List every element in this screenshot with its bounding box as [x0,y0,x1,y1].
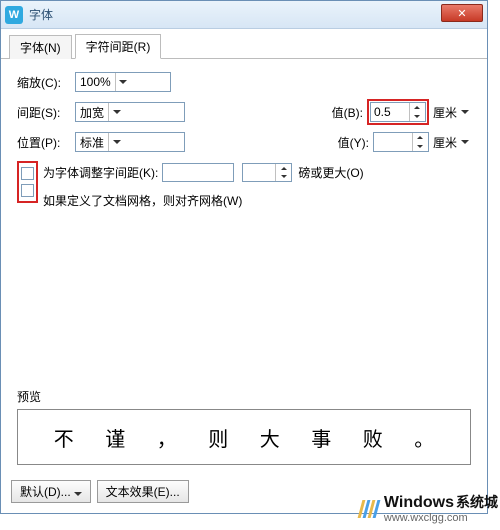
watermark-bars-icon [360,500,380,518]
scale-label: 缩放(C): [17,74,75,91]
value-y-unit[interactable]: 厘米 [433,134,471,151]
watermark: Windows系统城 www.wxclgg.com [360,492,500,526]
preview-char: 谨 [105,423,125,452]
kerning-label: 为字体调整字间距(K): [43,164,158,181]
position-label: 位置(P): [17,134,75,151]
kerning-row: 为字体调整字间距(K): 磅或更大(O) [43,163,364,182]
scale-row: 缩放(C): 100% [17,71,471,93]
chevron-down-icon [74,485,82,499]
preview-char: 事 [311,423,331,452]
window-title: 字体 [29,6,53,23]
value-b-input[interactable] [370,102,426,122]
value-y-field[interactable] [374,133,412,151]
tab-font[interactable]: 字体(N) [9,35,72,59]
font-dialog: W 字体 ✕ 字体(N) 字符间距(R) 缩放(C): 100% 间距(S): … [0,0,488,514]
kerning-suffix: 磅或更大(O) [298,164,363,181]
grid-checkbox[interactable] [21,184,34,197]
tab-spacing[interactable]: 字符间距(R) [75,34,162,59]
titlebar: W 字体 ✕ [1,1,487,29]
scale-select[interactable]: 100% [75,72,171,92]
chevron-down-icon [115,73,131,91]
footer: 默认(D)... 文本效果(E)... [11,480,189,503]
default-button[interactable]: 默认(D)... [11,480,91,503]
preview-char: ， [157,423,177,452]
spacing-select[interactable]: 加宽 [75,102,185,122]
content-area: 缩放(C): 100% 间距(S): 加宽 值(B): [1,59,487,227]
position-select[interactable]: 标准 [75,132,185,152]
highlight-value-b [367,99,429,125]
scale-value: 100% [80,75,111,89]
preview-section: 预览 不 谨 ， 则 大 事 败 。 [17,388,471,465]
value-y-spinner[interactable] [412,133,428,151]
kerning-input[interactable] [162,163,234,182]
text-effect-button[interactable]: 文本效果(E)... [97,480,189,503]
close-button[interactable]: ✕ [441,4,483,22]
spacing-row: 间距(S): 加宽 值(B): 厘米 [17,101,471,123]
value-y-label: 值(Y): [338,134,369,151]
preview-char: 大 [260,423,280,452]
position-row: 位置(P): 标准 值(Y): 厘米 [17,131,471,153]
value-b-label: 值(B): [332,104,363,121]
kerning-spinner-box[interactable] [242,163,292,182]
kerning-checkbox[interactable] [21,167,34,180]
chevron-down-icon [108,103,124,121]
watermark-url: www.wxclgg.com [384,512,500,524]
chevron-down-icon [459,140,471,144]
value-b-field[interactable] [371,103,409,121]
preview-char: 。 [414,423,434,452]
grid-label: 如果定义了文档网格，则对齐网格(W) [43,192,242,209]
watermark-sub: 系统城 [456,494,498,510]
preview-box: 不 谨 ， 则 大 事 败 。 [17,409,471,465]
spacing-value: 加宽 [80,104,104,121]
kerning-spinner[interactable] [275,164,291,181]
chevron-down-icon [108,133,124,151]
preview-char: 不 [54,423,74,452]
tab-row: 字体(N) 字符间距(R) [1,29,487,59]
grid-row: 如果定义了文档网格，则对齐网格(W) [43,192,364,209]
spacing-label: 间距(S): [17,104,75,121]
watermark-brand: Windows [384,494,454,511]
position-value: 标准 [80,134,104,151]
close-icon: ✕ [457,7,466,20]
value-b-unit[interactable]: 厘米 [433,104,471,121]
value-b-spinner[interactable] [409,103,425,121]
highlight-checkboxes [17,161,38,203]
preview-char: 则 [208,423,228,452]
chevron-down-icon [459,110,471,114]
preview-char: 败 [363,423,383,452]
preview-label: 预览 [17,388,471,405]
app-icon: W [5,6,23,24]
value-y-input[interactable] [373,132,429,152]
